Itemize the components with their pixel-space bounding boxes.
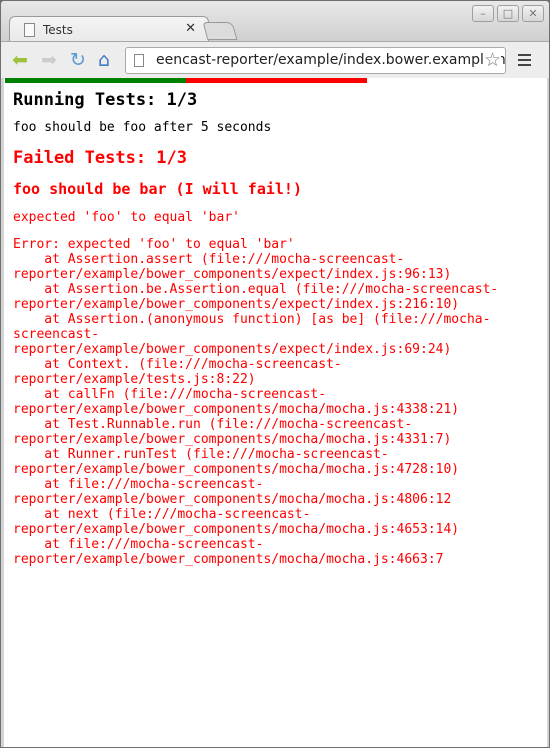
back-icon[interactable]: ⬅ [12,50,28,70]
stack-line: reporter/example/bower_components/expect… [13,342,452,357]
page-icon [134,54,144,67]
address-bar[interactable]: eencast-reporter/example/index.bower.exa… [125,47,506,74]
toolbar: ⬅ ➡ ↻ ⌂ eencast-reporter/example/index.b… [1,41,549,78]
close-window-button[interactable]: ✕ [522,5,544,22]
maximize-button[interactable]: □ [497,5,519,22]
page-icon [24,22,35,37]
stack-line: reporter/example/bower_components/expect… [13,267,452,282]
minimize-button[interactable]: – [472,5,494,22]
browser-window: Tests ✕ – □ ✕ ⬅ ➡ ↻ ⌂ eencast-reporter/e… [0,0,550,748]
bookmark-star-icon[interactable]: ☆ [483,48,501,73]
stack-trace: Error: expected 'foo' to equal 'bar' at … [13,237,498,567]
page-content: Running Tests: 1/3 foo should be foo aft… [4,78,547,747]
stack-line: reporter/example/bower_components/mocha/… [13,402,460,417]
running-test: foo should be foo after 5 seconds [13,120,272,135]
url-text: eencast-reporter/example/index.bower.exa… [156,52,506,68]
browser-tab[interactable]: Tests ✕ [9,16,209,42]
stack-line: at file:///mocha-screencast- [13,537,264,552]
running-title: Running Tests: 1/3 [13,90,198,110]
stack-line: screencast- [13,327,100,342]
stack-line: at file:///mocha-screencast- [13,477,264,492]
stack-line: at callFn (file:///mocha-screencast- [13,387,327,402]
stack-line: reporter/example/tests.js:8:22) [13,372,256,387]
tab-title: Tests [43,22,73,37]
close-tab-icon[interactable]: ✕ [185,21,196,36]
stack-line: at Assertion.be.Assertion.equal (file://… [13,282,499,297]
failed-test-name: foo should be bar (I will fail!) [13,180,302,198]
stack-line: reporter/example/bower_components/mocha/… [13,462,460,477]
stack-line: at Runner.runTest (file:///mocha-screenc… [13,447,389,462]
progress-passed [5,78,186,83]
stack-line: reporter/example/bower_components/mocha/… [13,552,444,567]
stack-line: Error: expected 'foo' to equal 'bar' [13,237,295,252]
forward-icon[interactable]: ➡ [41,50,57,70]
stack-line: at Test.Runnable.run (file:///mocha-scre… [13,417,413,432]
stack-line: at Context. (file:///mocha-screencast- [13,357,342,372]
home-icon[interactable]: ⌂ [98,50,110,70]
stack-line: at Assertion.(anonymous function) [as be… [13,312,491,327]
stack-line: reporter/example/bower_components/mocha/… [13,432,452,447]
progress-failed [185,78,367,83]
menu-icon[interactable] [518,54,531,69]
stack-line: reporter/example/bower_components/mocha/… [13,522,460,537]
stack-line: reporter/example/bower_components/expect… [13,297,460,312]
stack-line: reporter/example/bower_components/mocha/… [13,492,452,507]
reload-icon[interactable]: ↻ [70,50,86,70]
failure-message: expected 'foo' to equal 'bar' [13,210,240,225]
new-tab-button[interactable] [202,22,238,40]
failed-title: Failed Tests: 1/3 [13,148,187,168]
stack-line: at Assertion.assert (file:///mocha-scree… [13,252,405,267]
title-bar: Tests ✕ – □ ✕ [1,1,549,42]
progress-bar [5,78,548,83]
stack-line: at next (file:///mocha-screencast- [13,507,311,522]
